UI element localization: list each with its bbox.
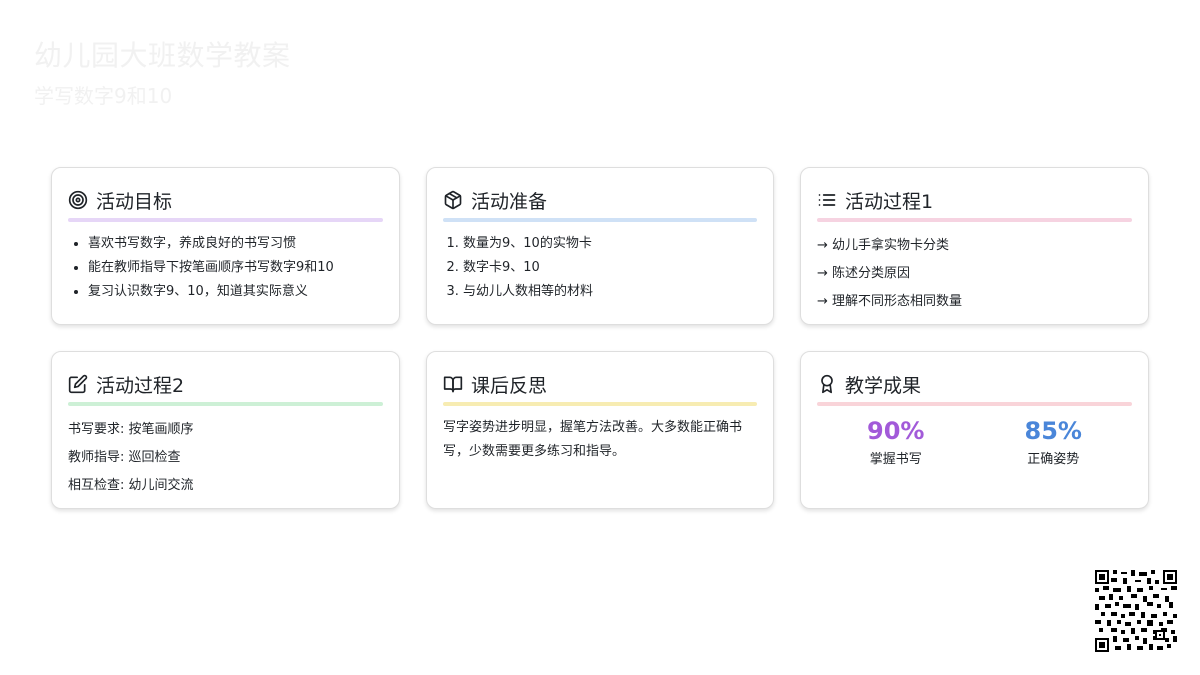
title-underline [817, 218, 1132, 222]
card-teaching-results: 教学成果 90% 掌握书写 85% 正确姿势 [800, 351, 1149, 509]
preparation-list: 数量为9、10的实物卡 数字卡9、10 与幼儿人数相等的材料 [443, 232, 757, 304]
list-item: 数量为9、10的实物卡 [463, 232, 757, 256]
card-header: 活动准备 [443, 186, 757, 214]
card-activity-process-2: 活动过程2 书写要求: 按笔画顺序 教师指导: 巡回检查 相互检查: 幼儿间交流 [51, 351, 400, 509]
card-header: 活动过程2 [68, 370, 383, 398]
stat-label: 正确姿势 [1027, 452, 1080, 467]
list-item: 书写要求: 按笔画顺序 [68, 422, 194, 437]
title-underline [817, 402, 1132, 406]
card-header: 活动过程1 [817, 186, 1132, 214]
card-activity-process-1: 活动过程1 → 幼儿手拿实物卡分类 → 陈述分类原因 → 理解不同形态相同数量 [800, 167, 1149, 325]
stat-value: 85% [1024, 417, 1082, 445]
process-steps-list: → 幼儿手拿实物卡分类 → 陈述分类原因 → 理解不同形态相同数量 [817, 232, 1132, 316]
reflection-text: 写字姿势进步明显，握笔方法改善。大多数能正确书写，少数需要更多练习和指导。 [443, 420, 743, 459]
award-icon [817, 374, 837, 394]
title-underline [68, 402, 383, 406]
box-icon [443, 190, 463, 210]
card-header: 活动目标 [68, 186, 383, 214]
card-activity-goals: 活动目标 喜欢书写数字，养成良好的书写习惯 能在教师指导下按笔画顺序书写数字9和… [51, 167, 400, 325]
card-title: 活动准备 [471, 190, 548, 213]
list-item: 复习认识数字9、10，知道其实际意义 [88, 280, 383, 304]
card-header: 教学成果 [817, 370, 1132, 398]
edit-icon [68, 374, 88, 394]
title-underline [68, 218, 383, 222]
list-icon [817, 190, 837, 210]
title-underline [443, 218, 757, 222]
card-title: 活动过程2 [96, 374, 185, 397]
card-header: 课后反思 [443, 370, 757, 398]
list-item: 教师指导: 巡回检查 [68, 450, 181, 465]
stat-value: 90% [867, 417, 925, 445]
list-item: 能在教师指导下按笔画顺序书写数字9和10 [88, 256, 383, 280]
list-item: 相互检查: 幼儿间交流 [68, 478, 194, 493]
page-subtitle: 学写数字9和10 [34, 84, 173, 108]
card-title: 课后反思 [471, 374, 548, 397]
stat-writing-mastery: 90% 掌握书写 [826, 416, 966, 467]
stats-row: 90% 掌握书写 85% 正确姿势 [817, 416, 1132, 467]
stat-label: 掌握书写 [869, 452, 922, 467]
page-title: 幼儿园大班数学教案 [34, 39, 291, 72]
process-detail-list: 书写要求: 按笔画顺序 教师指导: 巡回检查 相互检查: 幼儿间交流 [68, 416, 383, 500]
target-icon [68, 190, 88, 210]
list-item: → 陈述分类原因 [817, 266, 911, 281]
title-underline [443, 402, 757, 406]
list-item: 与幼儿人数相等的材料 [463, 280, 757, 304]
card-title: 教学成果 [845, 374, 922, 397]
card-grid: 活动目标 喜欢书写数字，养成良好的书写习惯 能在教师指导下按笔画顺序书写数字9和… [51, 167, 1149, 509]
card-reflection: 课后反思 写字姿势进步明显，握笔方法改善。大多数能正确书写，少数需要更多练习和指… [426, 351, 774, 509]
list-item: 喜欢书写数字，养成良好的书写习惯 [88, 232, 383, 256]
goal-list: 喜欢书写数字，养成良好的书写习惯 能在教师指导下按笔画顺序书写数字9和10 复习… [68, 232, 383, 304]
list-item: → 理解不同形态相同数量 [817, 294, 963, 309]
book-open-icon [443, 374, 463, 394]
card-title: 活动目标 [96, 190, 173, 213]
page-header: 幼儿园大班数学教案 学写数字9和10 [34, 34, 291, 109]
card-title: 活动过程1 [845, 190, 934, 213]
list-item: 数字卡9、10 [463, 256, 757, 280]
qr-code-icon [1095, 570, 1177, 652]
card-activity-preparation: 活动准备 数量为9、10的实物卡 数字卡9、10 与幼儿人数相等的材料 [426, 167, 774, 325]
list-item: → 幼儿手拿实物卡分类 [817, 238, 950, 253]
stat-correct-posture: 85% 正确姿势 [983, 416, 1123, 467]
